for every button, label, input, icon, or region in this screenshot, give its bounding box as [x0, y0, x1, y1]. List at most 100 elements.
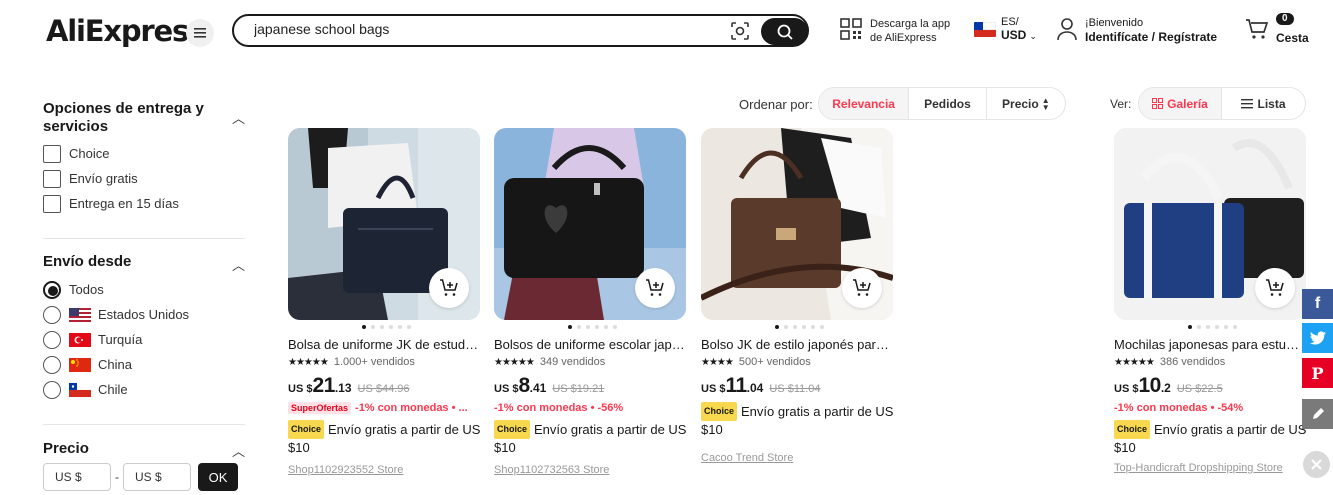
price-max-input[interactable]: US $ [123, 463, 191, 491]
app-download-text[interactable]: Descarga la app de AliExpress [870, 17, 950, 45]
hamburger-icon [194, 28, 206, 38]
checkbox-box[interactable] [43, 169, 61, 188]
product-card[interactable]: Bolso JK de estilo japonés para mujer ★★… [701, 128, 897, 464]
product-title[interactable]: Bolso JK de estilo japonés para mujer [701, 337, 893, 352]
price-min-input[interactable]: US $ [43, 463, 111, 491]
account-menu[interactable]: ¡Bienvenido Identifícate / Regístrate [1085, 16, 1217, 45]
user-icon[interactable] [1056, 17, 1078, 46]
price-ok-button[interactable]: OK [198, 463, 238, 491]
price-currency: US $ [701, 383, 726, 395]
image-carousel-dots[interactable] [1114, 325, 1310, 331]
sort-orders[interactable]: Pedidos [909, 88, 987, 119]
product-title[interactable]: Bolsos de uniforme escolar japonés [494, 337, 686, 352]
menu-button[interactable] [186, 19, 214, 47]
search-button[interactable] [761, 18, 808, 45]
aliexpress-logo[interactable]: AliExpress [46, 14, 205, 48]
image-carousel-dots[interactable] [701, 325, 897, 331]
sort-price-label: Precio [1002, 96, 1039, 111]
radio-button[interactable] [43, 355, 61, 374]
sort-price[interactable]: Precio ▲ ▼ [987, 88, 1065, 119]
product-card[interactable]: Mochilas japonesas para estudiantes ★★★★… [1114, 128, 1310, 474]
shipping-info: Choice Envío gratis a partir de US $10 [701, 402, 897, 438]
price-decimals: .04 [746, 381, 764, 395]
chevron-up-icon[interactable]: ︿ [232, 108, 245, 127]
radio-button[interactable] [43, 280, 61, 299]
image-carousel-dots[interactable] [288, 325, 484, 331]
radio-china[interactable]: China [43, 352, 189, 377]
view-list[interactable]: Lista [1222, 88, 1305, 119]
language-currency-selector[interactable]: ES/ USD ⌄ [1001, 16, 1037, 43]
close-share-button[interactable] [1303, 451, 1330, 478]
radio-button[interactable] [43, 305, 61, 324]
chevron-down-icon: ⌄ [1029, 31, 1037, 41]
radio-turkey[interactable]: Turquía [43, 327, 189, 352]
edit-feedback-button[interactable] [1302, 399, 1333, 429]
cart-label[interactable]: Cesta [1276, 31, 1309, 45]
store-link[interactable]: Cacoo Trend Store [701, 452, 897, 464]
product-price: US $21.13 US $44.96 [288, 374, 484, 397]
search-input[interactable] [254, 21, 714, 37]
turkey-flag-icon [69, 332, 91, 347]
product-image[interactable] [701, 128, 893, 320]
add-to-cart-button[interactable] [1255, 268, 1295, 308]
radio-united-states[interactable]: Estados Unidos [43, 302, 189, 327]
price-separator: - [115, 470, 119, 484]
store-link[interactable]: Shop1102923552 Store [288, 464, 484, 476]
product-title[interactable]: Bolsa de uniforme JK de estudiante japon… [288, 337, 480, 352]
chevron-up-icon[interactable]: ︿ [232, 255, 245, 274]
radio-all[interactable]: Todos [43, 277, 189, 302]
currency-label: USD [1001, 28, 1027, 42]
cart-plus-icon [646, 279, 664, 296]
shipping-info: Choice Envío gratis a partir de US $10 [288, 420, 484, 456]
add-to-cart-button[interactable] [635, 268, 675, 308]
product-title[interactable]: Mochilas japonesas para estudiantes [1114, 337, 1306, 352]
checkbox-box[interactable] [43, 194, 61, 213]
china-flag-icon [69, 357, 91, 372]
add-to-cart-button[interactable] [429, 268, 469, 308]
checkbox-15-days[interactable]: Entrega en 15 días [43, 191, 179, 216]
store-link[interactable]: Top-Handicraft Dropshipping Store [1114, 462, 1310, 474]
cart-icon[interactable] [1245, 18, 1269, 45]
product-rating: ★★★★★ 386 vendidos [1114, 356, 1310, 368]
checkbox-choice[interactable]: Choice [43, 141, 179, 166]
delivery-options-title: Opciones de entrega y servicios [43, 100, 204, 135]
add-to-cart-button[interactable] [842, 268, 882, 308]
product-image[interactable] [494, 128, 686, 320]
checkbox-box[interactable] [43, 144, 61, 163]
image-search-button[interactable] [730, 21, 752, 41]
original-price: US $11.04 [769, 383, 821, 395]
image-carousel-dots[interactable] [494, 325, 690, 331]
product-image[interactable] [1114, 128, 1306, 320]
radio-label: Estados Unidos [98, 307, 190, 322]
facebook-share-button[interactable]: f [1302, 289, 1333, 319]
chile-flag-icon [974, 22, 996, 37]
choice-badge: Choice [701, 402, 738, 421]
radio-chile[interactable]: Chile [43, 377, 189, 402]
checkbox-free-shipping[interactable]: Envío gratis [43, 166, 179, 191]
divider [43, 238, 245, 239]
store-link[interactable]: Shop1102732563 Store [494, 464, 690, 476]
chevron-up-icon[interactable]: ︿ [232, 441, 245, 460]
product-card[interactable]: Bolsa de uniforme JK de estudiante japon… [288, 128, 484, 476]
sort-relevance[interactable]: Relevancia [819, 88, 910, 119]
view-gallery[interactable]: Galería [1139, 88, 1222, 119]
radio-label: Todos [69, 282, 104, 297]
product-rating: ★★★★★ 1.000+ vendidos [288, 356, 484, 368]
cart-plus-icon [440, 279, 458, 296]
grid-icon [1152, 98, 1164, 109]
star-rating-icon: ★★★★★ [494, 356, 535, 368]
radio-label: Turquía [98, 332, 143, 347]
sort-options: Relevancia Pedidos Precio ▲ ▼ [818, 87, 1066, 120]
twitter-share-button[interactable] [1302, 323, 1333, 353]
product-rating: ★★★★ 500+ vendidos [701, 356, 897, 368]
choice-badge: Choice [494, 420, 531, 439]
list-icon [1241, 98, 1254, 108]
signin-link[interactable]: Identifícate / Regístrate [1085, 30, 1217, 44]
product-image[interactable] [288, 128, 480, 320]
radio-button[interactable] [43, 380, 61, 399]
product-card[interactable]: Bolsos de uniforme escolar japonés ★★★★★… [494, 128, 690, 476]
radio-button[interactable] [43, 330, 61, 349]
app-download-button[interactable] [840, 18, 862, 45]
pinterest-share-button[interactable]: P [1302, 358, 1333, 388]
price-integer: 11 [725, 374, 747, 397]
